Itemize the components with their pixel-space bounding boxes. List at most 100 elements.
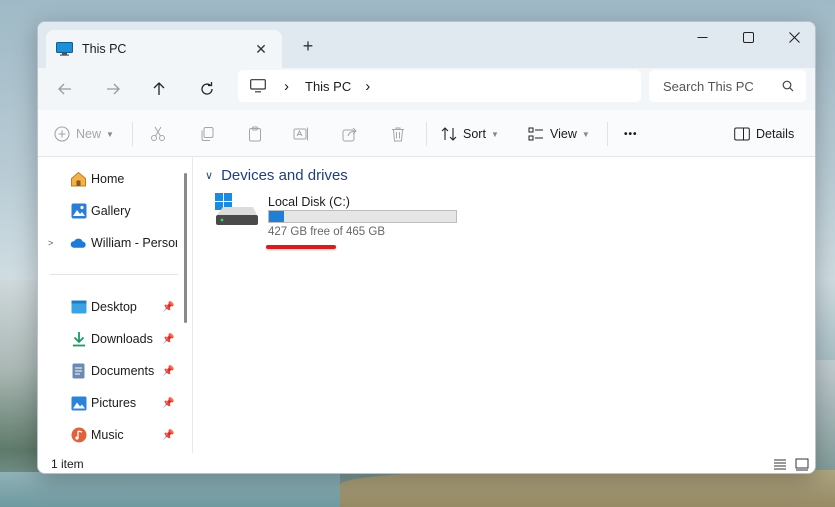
copy-button[interactable]: [199, 122, 215, 146]
clipboard-icon: [249, 126, 261, 142]
rename-icon: [293, 127, 308, 141]
sidebar-item-home[interactable]: Home: [38, 163, 186, 195]
toolbar-divider: [132, 122, 133, 146]
close-window-button[interactable]: [771, 22, 815, 52]
drive-name: Local Disk (C:): [268, 195, 350, 209]
sort-button[interactable]: Sort ▼: [441, 122, 499, 146]
title-bar: This PC ✕ +: [38, 22, 815, 68]
sidebar-item-pictures[interactable]: Pictures 📌: [38, 387, 186, 419]
arrow-left-icon: [58, 83, 71, 95]
list-view-icon: [774, 459, 786, 470]
sidebar-item-onedrive[interactable]: > William - Personal: [38, 227, 186, 259]
sidebar-item-label: Gallery: [91, 204, 131, 218]
minimize-button[interactable]: [679, 22, 725, 52]
desktop-icon: [70, 299, 87, 316]
chevron-right-icon[interactable]: >: [48, 238, 53, 248]
group-title: Devices and drives: [221, 167, 348, 184]
pin-icon[interactable]: 📌: [162, 366, 174, 377]
new-label: New: [76, 127, 102, 141]
breadcrumb-chevron[interactable]: ›: [365, 78, 370, 95]
copy-icon: [201, 127, 214, 141]
share-icon: [342, 127, 357, 142]
share-button[interactable]: [342, 122, 358, 146]
sidebar-item-label: Home: [91, 172, 125, 186]
pin-icon[interactable]: 📌: [162, 398, 174, 409]
minimize-icon: [697, 36, 707, 38]
view-label: View: [550, 127, 577, 141]
maximize-button[interactable]: [725, 22, 771, 52]
more-icon: •••: [624, 128, 638, 140]
sidebar-item-music[interactable]: Music 📌: [38, 419, 186, 451]
pin-icon[interactable]: 📌: [162, 302, 174, 313]
tab-title: This PC: [82, 42, 127, 56]
drive-usage-bar: [268, 210, 457, 223]
breadcrumb-separator[interactable]: ›: [284, 78, 289, 95]
tiles-view-button[interactable]: [794, 456, 810, 472]
view-list-icon: [528, 127, 543, 141]
drive-usage-fill: [269, 211, 285, 222]
downloads-icon: [70, 331, 87, 348]
breadcrumb-this-pc[interactable]: This PC: [305, 79, 351, 94]
sidebar-scrollbar[interactable]: [184, 173, 187, 323]
more-options-button[interactable]: •••: [624, 122, 638, 146]
tab-close-button[interactable]: ✕: [250, 38, 272, 60]
arrow-up-icon: [153, 82, 165, 95]
sidebar-item-desktop[interactable]: Desktop 📌: [38, 291, 186, 323]
sidebar-item-documents[interactable]: Documents 📌: [38, 355, 186, 387]
drive-tile[interactable]: Local Disk (C:) 427 GB free of 465 GB: [215, 193, 465, 251]
status-bar: 1 item: [38, 453, 815, 473]
rename-button[interactable]: [293, 122, 309, 146]
chevron-down-icon[interactable]: ∨: [205, 169, 213, 182]
address-bar[interactable]: › This PC ›: [238, 70, 641, 102]
group-header[interactable]: ∨ Devices and drives: [205, 167, 348, 184]
back-button[interactable]: [50, 74, 80, 104]
maximize-icon: [742, 31, 754, 43]
pictures-icon: [70, 395, 87, 412]
command-bar: New ▼ Sort ▼ View ▼ ••• Details: [38, 110, 815, 157]
new-tab-button[interactable]: +: [296, 34, 320, 58]
chevron-down-icon: ▼: [581, 129, 590, 139]
toolbar-divider: [426, 122, 427, 146]
details-pane-button[interactable]: Details: [734, 122, 794, 146]
pin-icon[interactable]: 📌: [162, 334, 174, 345]
sidebar-item-label: William - Personal: [91, 236, 177, 250]
search-box[interactable]: Search This PC: [649, 70, 806, 102]
forward-button[interactable]: [98, 74, 128, 104]
chevron-down-icon: ▼: [106, 129, 114, 139]
tiles-view-icon: [795, 458, 809, 470]
drive-free-space: 427 GB free of 465 GB: [268, 226, 385, 238]
search-input[interactable]: Search This PC: [663, 79, 782, 94]
file-explorer-window: This PC ✕ + › This PC › Search This PC N…: [37, 21, 816, 474]
trash-icon: [392, 127, 404, 142]
chevron-down-icon: ▼: [490, 129, 499, 139]
refresh-button[interactable]: [192, 74, 222, 104]
close-icon: [788, 31, 800, 43]
scissors-icon: [151, 126, 165, 141]
pin-icon[interactable]: 📌: [162, 430, 174, 441]
delete-button[interactable]: [390, 122, 406, 146]
hard-drive-icon: [215, 193, 258, 225]
plus-circle-icon: [54, 126, 70, 142]
gallery-icon: [70, 203, 87, 220]
monitor-icon: [250, 79, 266, 93]
up-button[interactable]: [144, 74, 174, 104]
view-button[interactable]: View ▼: [528, 122, 590, 146]
sidebar-item-downloads[interactable]: Downloads 📌: [38, 323, 186, 355]
search-icon: [782, 80, 794, 92]
home-icon: [70, 171, 87, 188]
refresh-icon: [201, 82, 213, 95]
tab-this-pc[interactable]: This PC ✕: [46, 30, 282, 68]
details-pane-icon: [734, 127, 750, 141]
cut-button[interactable]: [150, 122, 166, 146]
navigation-pane: Home Gallery > William - Personal Deskto…: [38, 157, 192, 453]
sort-icon: [441, 127, 457, 141]
annotation-underline: [266, 245, 336, 249]
details-label: Details: [756, 127, 795, 141]
music-icon: [70, 427, 87, 444]
paste-button[interactable]: [247, 122, 263, 146]
details-view-button[interactable]: [772, 456, 788, 472]
new-button[interactable]: New ▼: [54, 122, 114, 146]
item-count: 1 item: [51, 457, 84, 471]
sidebar-item-gallery[interactable]: Gallery: [38, 195, 186, 227]
onedrive-icon: [70, 235, 87, 252]
